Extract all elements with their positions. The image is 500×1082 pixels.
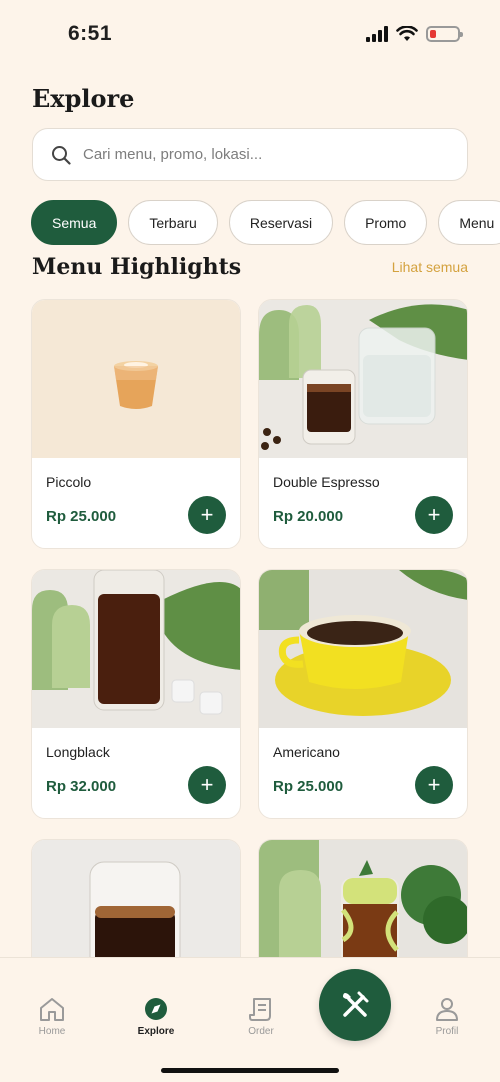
product-price: Rp 32.000 [46, 778, 117, 795]
see-all-link[interactable]: Lihat semua [392, 259, 468, 275]
add-to-cart-button[interactable]: + [188, 766, 226, 804]
search-icon [52, 145, 71, 165]
nav-home[interactable]: Home [17, 996, 87, 1037]
product-name: Piccolo [46, 474, 92, 490]
add-to-cart-button[interactable]: + [415, 766, 453, 804]
menu-card[interactable] [258, 839, 468, 969]
filter-chip-menu[interactable]: Menu [438, 200, 500, 245]
user-icon [436, 998, 458, 1021]
plus-icon: + [427, 772, 441, 797]
filter-chips: Semua Terbaru Reservasi Promo Menu [31, 200, 500, 246]
add-to-cart-button[interactable]: + [415, 496, 453, 534]
nav-profile[interactable]: Profil [412, 996, 482, 1037]
menu-fab-button[interactable] [319, 969, 391, 1041]
plus-icon: + [427, 502, 441, 527]
product-image [259, 840, 467, 968]
fork-knife-icon [343, 991, 369, 1017]
product-name: Longblack [46, 744, 110, 760]
filter-chip-reservasi[interactable]: Reservasi [228, 200, 334, 245]
product-name: Americano [273, 744, 340, 760]
product-image [32, 570, 240, 728]
nav-explore-label: Explore [137, 1026, 175, 1037]
nav-profile-label: Profil [435, 1026, 459, 1037]
product-image [32, 840, 240, 968]
menu-card[interactable]: Americano Rp 25.000 + [258, 569, 468, 819]
filter-chip-terbaru[interactable]: Terbaru [128, 200, 218, 245]
filter-chip-semua[interactable]: Semua [31, 200, 118, 245]
plus-icon: + [200, 502, 214, 527]
home-indicator [161, 1068, 339, 1073]
product-image [32, 300, 240, 458]
product-image [259, 570, 467, 728]
product-price: Rp 20.000 [273, 508, 344, 525]
nav-order[interactable]: Order [226, 996, 296, 1037]
product-image [259, 300, 467, 458]
status-time: 6:51 [68, 22, 113, 45]
menu-card[interactable]: Longblack Rp 32.000 + [31, 569, 241, 819]
home-icon [40, 998, 64, 1021]
nav-order-label: Order [248, 1026, 274, 1037]
plus-icon: + [200, 772, 214, 797]
menu-grid: Piccolo Rp 25.000 + Double Espresso Rp 2… [31, 299, 469, 969]
product-price: Rp 25.000 [273, 778, 344, 795]
add-to-cart-button[interactable]: + [188, 496, 226, 534]
menu-card[interactable]: Piccolo Rp 25.000 + [31, 299, 241, 549]
page-title: Explore [32, 84, 135, 113]
menu-card[interactable]: Double Espresso Rp 20.000 + [258, 299, 468, 549]
battery-icon [426, 26, 463, 42]
search-bar[interactable] [32, 128, 468, 181]
section-title: Menu Highlights [32, 254, 242, 280]
receipt-icon [249, 998, 271, 1021]
menu-card[interactable] [31, 839, 241, 969]
nav-home-label: Home [38, 1026, 66, 1037]
cellular-signal-icon [366, 26, 388, 42]
search-input[interactable] [83, 146, 443, 163]
filter-chip-promo[interactable]: Promo [344, 200, 428, 245]
bottom-navigation: Home Explore Order Profil [0, 957, 500, 1082]
product-name: Double Espresso [273, 474, 380, 490]
product-price: Rp 25.000 [46, 508, 117, 525]
compass-icon [145, 998, 167, 1020]
wifi-icon [396, 26, 418, 41]
nav-explore[interactable]: Explore [121, 996, 191, 1037]
status-bar: 6:51 [0, 0, 500, 72]
status-icons [366, 26, 463, 42]
